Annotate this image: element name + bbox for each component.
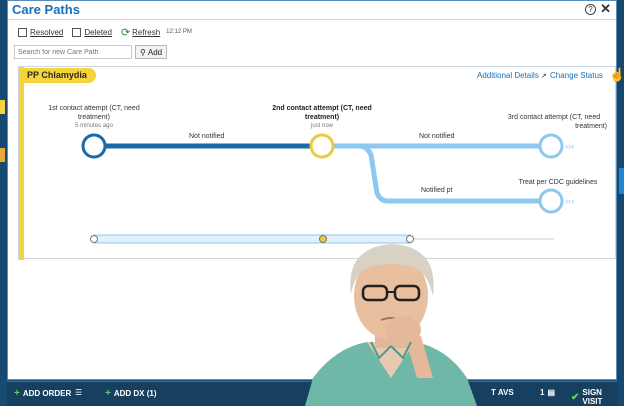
node-1-time: 5 minutes ago	[75, 123, 113, 129]
sign-visit-button[interactable]: ✔ SIGN VISIT	[571, 388, 617, 406]
sign-visit-label: SIGN VISIT	[582, 388, 603, 406]
node-1-title: 1st contact attempt (CT, need	[48, 105, 140, 112]
clipboard-count: 1	[540, 388, 545, 397]
resolved-label: Resolved	[30, 27, 64, 37]
refresh-time: 12:12 PM	[166, 29, 192, 35]
node-3-title-line2: treatment)	[575, 123, 607, 130]
add-order-label: ADD ORDER	[22, 389, 72, 398]
care-path-search-input[interactable]	[14, 45, 132, 59]
deleted-label: Deleted	[84, 27, 112, 37]
left-tab-indicator[interactable]	[0, 148, 5, 162]
add-dx-label: ADD DX (1)	[113, 389, 157, 398]
clipboard-icon: ▤	[547, 388, 556, 397]
node-4-circle	[538, 188, 564, 214]
node-3-title: 3rd contact attempt (CT, need	[507, 114, 601, 121]
add-care-path-button[interactable]: ⚲ Add	[135, 45, 168, 59]
list-icon: ☰	[75, 388, 83, 397]
node-3-label: 3rd contact attempt (CT, need treatment)	[493, 113, 615, 131]
edge-2-label: Not notified	[419, 133, 455, 140]
edge-1-label: Not notified	[189, 133, 225, 140]
node-1-title-line2: treatment)	[78, 114, 110, 121]
help-icon[interactable]: ?	[585, 4, 596, 15]
search-row: ⚲ Add	[14, 45, 168, 59]
clipboard-count-button[interactable]: 1 ▤	[540, 388, 555, 397]
left-tab-indicator[interactable]	[0, 100, 5, 114]
deleted-filter[interactable]: Deleted	[72, 27, 112, 37]
node-2-circle	[309, 133, 335, 159]
order-list-button[interactable]: ☰	[75, 388, 82, 397]
add-order-button[interactable]: + ADD ORDER	[14, 388, 71, 399]
avs-label: T AVS	[491, 388, 514, 397]
presenter-webcam-overlay	[305, 244, 477, 406]
avs-button[interactable]: T AVS	[491, 388, 514, 397]
node-1-label: 1st contact attempt (CT, need treatment)…	[34, 104, 154, 131]
node-2-title: 2nd contact attempt (CT, need	[272, 105, 372, 112]
continue-chevron-icon: ›››	[565, 196, 574, 206]
node-2-label: 2nd contact attempt (CT, need treatment)…	[261, 104, 383, 131]
plus-icon: +	[105, 388, 111, 399]
node-2-time: just now	[310, 123, 333, 129]
resolved-filter[interactable]: Resolved	[18, 27, 64, 37]
left-sidebar-strip	[0, 0, 7, 406]
search-icon: ⚲	[140, 47, 146, 57]
checkmark-icon: ✔	[571, 391, 580, 403]
node-3-circle	[538, 133, 564, 159]
title-bar: Care Paths ? ✕	[8, 1, 616, 20]
refresh-button[interactable]: ⟳ Refresh 12:12 PM	[121, 26, 192, 39]
add-dx-button[interactable]: + ADD DX (1)	[105, 388, 157, 399]
right-tab-handle[interactable]	[619, 168, 624, 194]
add-label: Add	[147, 47, 163, 57]
deleted-checkbox[interactable]	[72, 27, 82, 37]
timeline-handle-start	[90, 235, 98, 243]
window-title: Care Paths	[12, 2, 80, 17]
node-4-label: Treat per CDC guidelines	[499, 178, 617, 187]
care-path-panel: PP Chlamydia Additional Details ↗ Change …	[18, 66, 624, 260]
care-path-diagram: ››› ›››	[81, 133, 574, 244]
resolved-checkbox[interactable]	[18, 27, 27, 37]
node-4-title: Treat per CDC guidelines	[518, 179, 598, 186]
refresh-icon: ⟳	[120, 26, 131, 39]
node-2-title-line2: treatment)	[304, 114, 340, 121]
close-icon[interactable]: ✕	[600, 1, 611, 17]
toolbar: Resolved Deleted ⟳ Refresh 12:12 PM	[18, 25, 201, 39]
refresh-label: Refresh	[132, 27, 161, 37]
plus-icon: +	[14, 388, 20, 399]
continue-chevron-icon: ›››	[565, 141, 574, 151]
right-sidebar-strip	[617, 0, 624, 406]
edge-3-label: Notified pt	[421, 187, 453, 194]
node-1-circle	[81, 133, 107, 159]
